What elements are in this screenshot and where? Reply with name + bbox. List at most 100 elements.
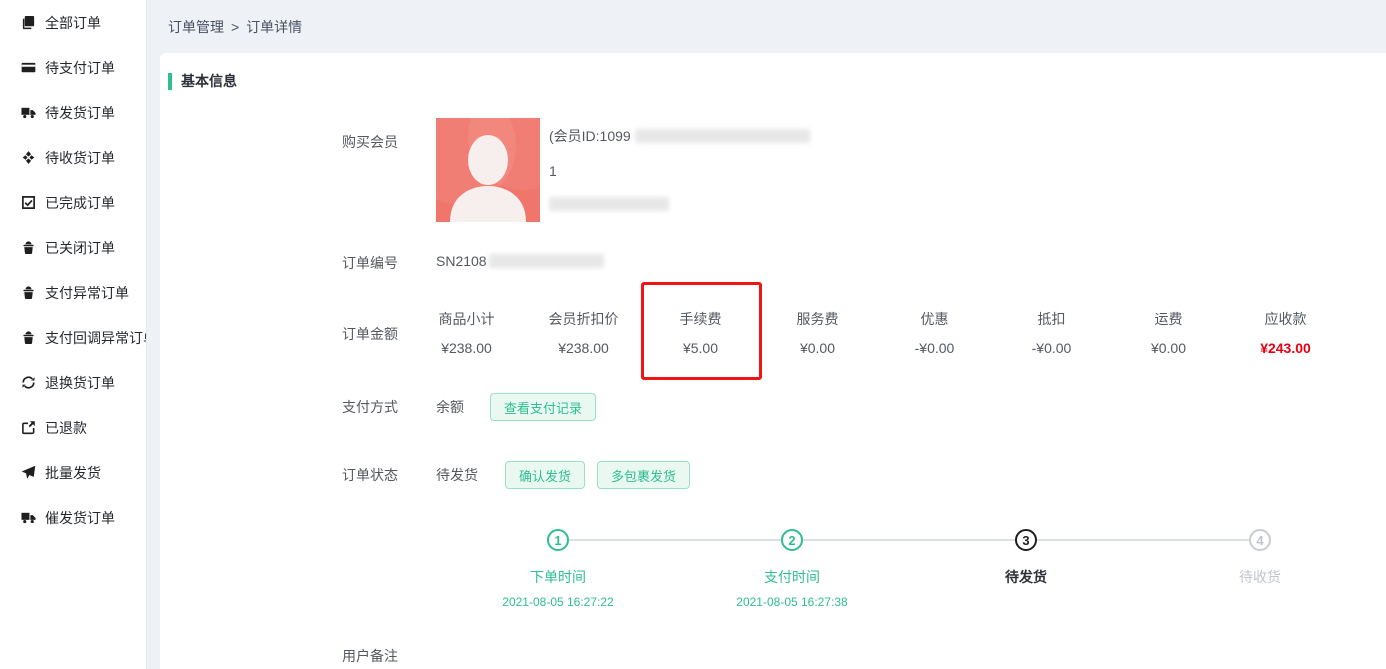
payment-method-row: 支付方式 余额 查看支付记录	[342, 393, 1386, 421]
member-phone-line	[549, 194, 810, 214]
step-number: 4	[1249, 529, 1271, 551]
order-number-prefix: SN2108	[436, 253, 487, 269]
sidebar-item-refunded[interactable]: 已退款	[0, 405, 146, 450]
amount-col-handling-fee: 手续费 ¥5.00	[653, 309, 748, 356]
sidebar-item-return-exchange[interactable]: 退换货订单	[0, 360, 146, 405]
amount-name: 会员折扣价	[536, 309, 631, 325]
breadcrumb-order-management[interactable]: 订单管理	[168, 17, 224, 37]
sidebar-item-label: 批量发货	[45, 463, 101, 483]
multi-package-shipment-button[interactable]: 多包裹发货	[597, 461, 690, 489]
amount-col-member-discount: 会员折扣价 ¥238.00	[536, 309, 631, 356]
amount-col-receivable: 应收款 ¥243.00	[1238, 309, 1333, 356]
highlight-annotation-box	[641, 282, 762, 380]
truck-icon	[21, 105, 36, 120]
trash-icon	[21, 285, 36, 300]
trash-icon	[21, 330, 36, 345]
amount-name: 运费	[1121, 309, 1216, 325]
amount-value: ¥243.00	[1238, 340, 1333, 356]
sidebar-item-payment-exception[interactable]: 支付异常订单	[0, 270, 146, 315]
sidebar-item-label: 待收货订单	[45, 148, 115, 168]
amount-value: ¥238.00	[419, 340, 514, 356]
sidebar-item-pending-payment[interactable]: 待支付订单	[0, 45, 146, 90]
user-remark-row: 用户备注	[342, 646, 1386, 666]
breadcrumb: 订单管理 > 订单详情	[147, 0, 1386, 53]
order-status-row: 订单状态 待发货 确认发货 多包裹发货	[342, 461, 1386, 489]
order-sidebar: 全部订单 待支付订单 待发货订单 待收货订单 已完成订单 已关闭订单 支付异常订…	[0, 0, 147, 669]
sidebar-item-label: 待支付订单	[45, 58, 115, 78]
order-number-row: 订单编号 SN2108	[342, 253, 1386, 273]
sidebar-item-batch-shipment[interactable]: 批量发货	[0, 450, 146, 495]
amount-col-discount: 优惠 -¥0.00	[887, 309, 982, 356]
order-status-value: 待发货	[436, 465, 478, 485]
main-area: 订单管理 > 订单详情 基本信息 购买会员 (会员ID	[147, 0, 1386, 669]
sidebar-item-label: 支付回调异常订单	[45, 328, 147, 348]
sidebar-item-label: 已完成订单	[45, 193, 115, 213]
member-id-text: (会员ID:1099	[549, 128, 631, 144]
order-progress-stepper: 1 下单时间 2021-08-05 16:27:22 2 支付时间 2021-0…	[441, 529, 1386, 609]
step-label: 下单时间	[530, 567, 586, 586]
section-title: 基本信息	[181, 71, 237, 91]
sidebar-item-label: 已关闭订单	[45, 238, 115, 258]
trash-icon	[21, 240, 36, 255]
sidebar-item-completed[interactable]: 已完成订单	[0, 180, 146, 225]
order-amount-row: 订单金额 商品小计 ¥238.00 会员折扣价 ¥238.00 手续费 ¥5.0…	[342, 309, 1386, 356]
amount-name: 抵扣	[1004, 309, 1099, 325]
amount-value: ¥0.00	[1121, 340, 1216, 356]
package-icon	[21, 150, 36, 165]
member-info: (会员ID:1099 1	[549, 118, 810, 222]
amount-col-deduction: 抵扣 -¥0.00	[1004, 309, 1099, 356]
sidebar-item-closed[interactable]: 已关闭订单	[0, 225, 146, 270]
sidebar-item-label: 催发货订单	[45, 508, 115, 528]
amount-value: -¥0.00	[1004, 340, 1099, 356]
amount-value: ¥5.00	[653, 340, 748, 356]
sidebar-item-label: 待发货订单	[45, 103, 115, 123]
redacted-member-name	[635, 129, 810, 143]
step-label: 支付时间	[764, 567, 820, 586]
paper-plane-icon	[21, 465, 36, 480]
sidebar-item-callback-exception[interactable]: 支付回调异常订单	[0, 315, 146, 360]
basic-info-card: 基本信息 购买会员 (会员ID:1099 1	[160, 53, 1386, 669]
section-header: 基本信息	[168, 72, 1386, 90]
breadcrumb-order-detail: 订单详情	[246, 17, 302, 37]
amount-col-subtotal: 商品小计 ¥238.00	[419, 309, 514, 356]
amount-name: 优惠	[887, 309, 982, 325]
amount-name: 服务费	[770, 309, 865, 325]
step-label: 待发货	[1005, 567, 1047, 586]
credit-card-icon	[21, 60, 36, 75]
view-payment-record-button[interactable]: 查看支付记录	[490, 393, 596, 421]
amount-name: 手续费	[653, 309, 748, 325]
sidebar-item-label: 支付异常订单	[45, 283, 129, 303]
detail-rows: 购买会员 (会员ID:1099 1	[168, 118, 1386, 666]
section-accent-bar	[168, 73, 172, 90]
payment-method-label: 支付方式	[342, 397, 436, 417]
sidebar-item-pending-shipment[interactable]: 待发货订单	[0, 90, 146, 135]
redacted-member-phone	[549, 197, 669, 211]
step-order-placed: 1 下单时间 2021-08-05 16:27:22	[441, 529, 675, 609]
member-level-line: 1	[549, 161, 810, 181]
payment-method-value: 余额	[436, 397, 464, 417]
order-number-value: SN2108	[436, 253, 604, 273]
step-time: 2021-08-05 16:27:22	[502, 595, 613, 609]
amount-value: -¥0.00	[887, 340, 982, 356]
sidebar-item-all-orders[interactable]: 全部订单	[0, 0, 146, 45]
breadcrumb-separator: >	[231, 19, 239, 35]
sidebar-item-pending-receipt[interactable]: 待收货订单	[0, 135, 146, 180]
check-square-icon	[21, 195, 36, 210]
member-id-line: (会员ID:1099	[549, 126, 810, 146]
member-avatar	[436, 118, 540, 222]
amount-columns: 商品小计 ¥238.00 会员折扣价 ¥238.00 手续费 ¥5.00 服务费	[419, 309, 1355, 356]
step-label: 待收货	[1239, 567, 1281, 586]
sidebar-item-label: 退换货订单	[45, 373, 115, 393]
orders-all-icon	[21, 15, 36, 30]
sync-icon	[21, 375, 36, 390]
confirm-shipment-button[interactable]: 确认发货	[505, 461, 585, 489]
step-pending-receipt: 4 待收货	[1143, 529, 1377, 609]
step-time: 2021-08-05 16:27:38	[736, 595, 847, 609]
step-paid: 2 支付时间 2021-08-05 16:27:38	[675, 529, 909, 609]
amount-col-shipping-fee: 运费 ¥0.00	[1121, 309, 1216, 356]
sidebar-item-urge-shipment[interactable]: 催发货订单	[0, 495, 146, 540]
amount-name: 应收款	[1238, 309, 1333, 325]
amount-value: ¥238.00	[536, 340, 631, 356]
redacted-order-number	[489, 254, 604, 268]
share-arrow-icon	[21, 420, 36, 435]
